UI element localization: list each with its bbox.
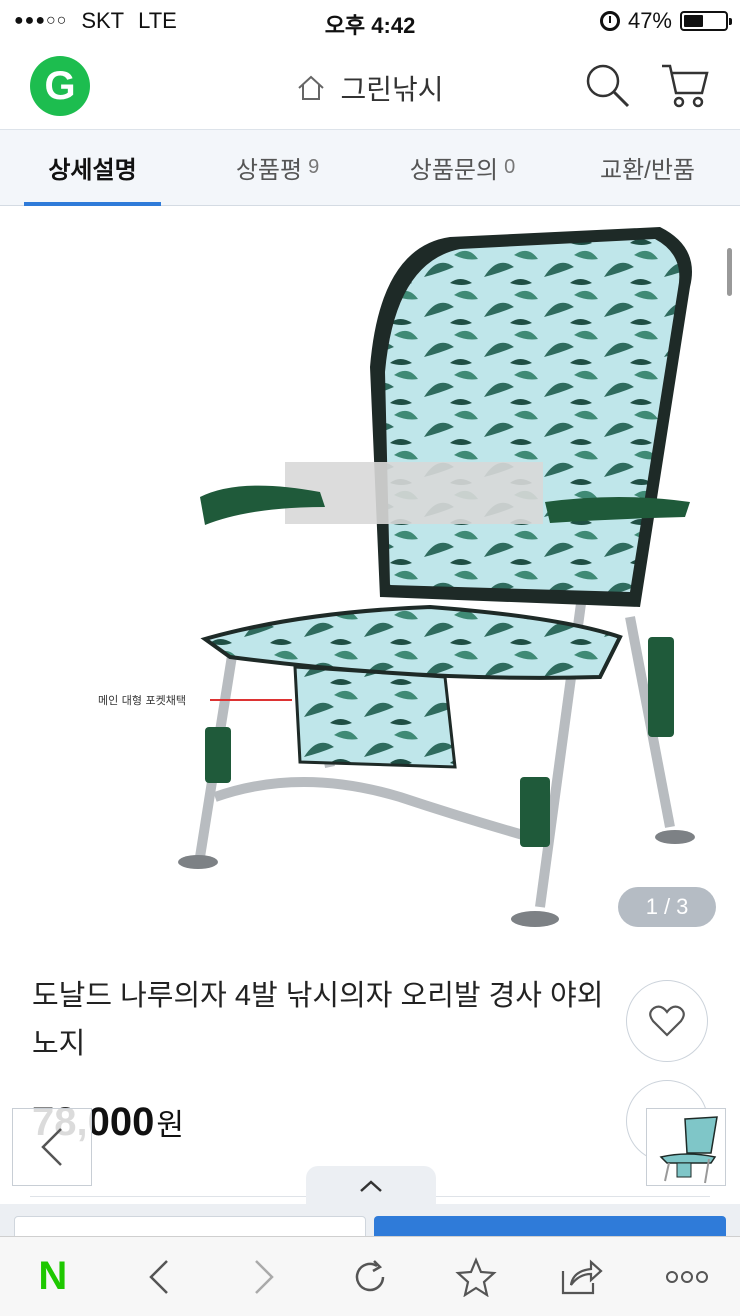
tab-label: 상품문의 (409, 157, 499, 184)
tab-count: 0 (504, 156, 516, 178)
tab-count: 9 (308, 156, 320, 178)
tab-label: 상품평 (235, 157, 303, 184)
search-button[interactable] (582, 60, 632, 110)
browser-toolbar: N (0, 1236, 740, 1316)
product-image: 메인 대형 포켓채택 (98, 227, 695, 927)
alarm-icon (599, 11, 620, 31)
product-title: 도날드 나루의자 4발 낚시의자 오리발 경사 야외 노지 (32, 980, 604, 1060)
image-counter-total: 3 (676, 894, 689, 919)
chevron-left-icon (41, 1128, 62, 1166)
bookmark-button[interactable] (423, 1237, 529, 1316)
heart-icon (649, 1005, 685, 1037)
more-icon (666, 1270, 709, 1283)
tab-label: 교환/반품 (600, 157, 695, 184)
tab-qna[interactable]: 상품문의 0 (370, 130, 555, 205)
battery-fill (684, 15, 703, 27)
image-counter: 1 / 3 (618, 887, 716, 927)
price-currency: 원 (156, 1109, 184, 1142)
image-counter-separator: / (663, 894, 671, 919)
browser-forward-button[interactable] (211, 1237, 317, 1316)
tab-reviews[interactable]: 상품평 9 (185, 130, 370, 205)
back-icon (148, 1259, 168, 1294)
home-icon (298, 75, 325, 100)
wishlist-button[interactable] (626, 980, 708, 1062)
more-menu-button[interactable] (634, 1237, 740, 1316)
app-header: G 그린낚시 (0, 40, 740, 130)
bookmark-star-icon (455, 1256, 497, 1297)
chevron-up-icon (360, 1180, 382, 1192)
prev-page-button[interactable] (12, 1108, 92, 1186)
recent-product-thumbnail[interactable] (646, 1108, 726, 1186)
reload-icon (355, 1259, 385, 1291)
page-scrollbar[interactable] (727, 248, 732, 296)
battery-icon (680, 11, 732, 31)
cart-icon (662, 64, 709, 108)
tab-label: 상세설명 (48, 157, 137, 184)
image-counter-current: 1 (645, 894, 658, 919)
share-button[interactable] (529, 1237, 635, 1316)
image-annotation: 메인 대형 포켓채택 (98, 694, 186, 707)
shop-name: 그린낚시 (340, 74, 444, 105)
browser-back-button[interactable] (106, 1237, 212, 1316)
forward-icon (255, 1259, 275, 1294)
tab-description[interactable]: 상세설명 (0, 130, 185, 206)
search-icon (586, 64, 630, 108)
chair-thumbnail-image (647, 1109, 725, 1185)
naver-home-icon: N (38, 1254, 68, 1298)
share-icon (562, 1259, 604, 1294)
cart-button[interactable] (660, 60, 710, 110)
purchase-drawer-handle[interactable] (306, 1166, 436, 1206)
detail-tabs: 상세설명 상품평 9 상품문의 0 교환/반품 (0, 130, 740, 206)
reload-button[interactable] (317, 1237, 423, 1316)
battery-percent: 47% (627, 8, 672, 33)
tab-exchange-return[interactable]: 교환/반품 (555, 130, 740, 205)
purchase-drawer (0, 1204, 740, 1246)
status-bar: ●●●○○ SKT LTE 오후 4:42 47% (0, 0, 740, 40)
product-image-gallery[interactable]: 메인 대형 포켓채택 1 / 3 (0, 207, 740, 947)
naver-home-button[interactable]: N (0, 1237, 106, 1316)
